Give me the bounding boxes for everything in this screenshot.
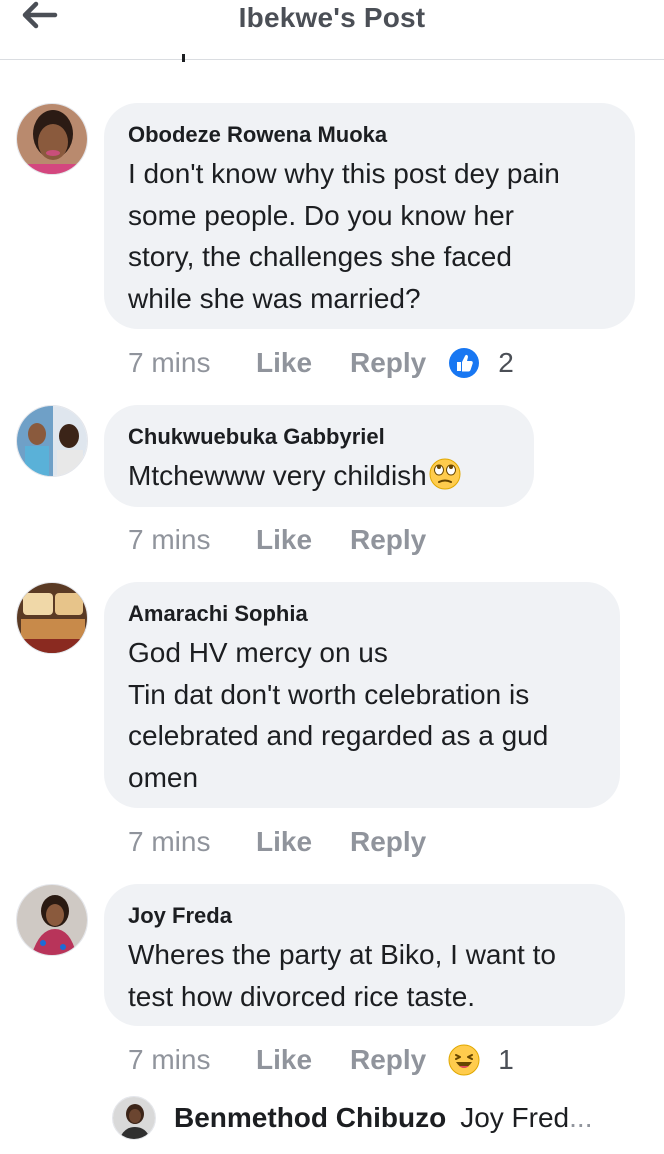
comment-bubble[interactable]: Joy Freda Wheres the party at Biko, I wa…: [104, 884, 625, 1026]
comment-line: omen: [128, 761, 199, 793]
comment-actions: 7 mins Like Reply: [128, 522, 426, 558]
top-bar: Ibekwe's Post: [0, 0, 664, 60]
comment-time: 7 mins: [128, 347, 211, 378]
like-button[interactable]: Like: [256, 826, 350, 858]
comment-line: while she was married?: [128, 282, 421, 314]
comment-line: God HV mercy on us: [128, 637, 388, 668]
comment-line: test how divorced rice taste.: [128, 980, 476, 1012]
reaction-summary[interactable]: 2: [448, 347, 514, 379]
comment-author[interactable]: Chukwuebuka Gabbyriel: [128, 423, 510, 451]
comment-bubble[interactable]: Chukwuebuka Gabbyriel Mtchewww very chil…: [104, 405, 534, 507]
reaction-count: 2: [498, 347, 514, 378]
comment-actions: 7 mins Like Reply: [128, 824, 426, 860]
like-reaction-icon: [449, 348, 480, 378]
comment-author[interactable]: Joy Freda: [128, 902, 601, 930]
comment-author[interactable]: Amarachi Sophia: [128, 600, 596, 628]
reply-button[interactable]: Reply: [350, 347, 426, 379]
reply-preview[interactable]: Benmethod Chibuzo Joy Fred...: [112, 1093, 592, 1143]
comment-actions: 7 mins Like Reply 2: [128, 345, 514, 381]
reply-button[interactable]: Reply: [350, 524, 426, 556]
comment-text: Wheres the party at Biko, I want to test…: [128, 934, 601, 1017]
avatar[interactable]: [16, 405, 88, 477]
reply-ellipsis: ...: [569, 1102, 593, 1133]
comment-line: I don't know why this post dey pain: [128, 158, 560, 189]
reply-button[interactable]: Reply: [350, 1044, 426, 1076]
eye-roll-emoji-icon: [429, 458, 461, 490]
comment-bubble[interactable]: Obodeze Rowena Muoka I don't know why th…: [104, 103, 635, 329]
avatar[interactable]: [16, 582, 88, 654]
reply-text: Joy Fred: [460, 1102, 570, 1133]
comment-line: Tin dat don't worth celebration is: [128, 678, 530, 710]
comment-time: 7 mins: [128, 524, 211, 555]
comment-line: Wheres the party at Biko, I want to: [128, 939, 556, 970]
avatar[interactable]: [16, 103, 88, 175]
comment-text: God HV mercy on us Tin dat don't worth c…: [128, 632, 596, 798]
like-button[interactable]: Like: [256, 347, 350, 379]
cropped-text-fragment: [182, 54, 185, 62]
reaction-summary[interactable]: 1: [448, 1044, 514, 1076]
avatar[interactable]: [112, 1096, 156, 1140]
comment-line: some people. Do you know her: [128, 199, 514, 231]
like-button[interactable]: Like: [256, 524, 350, 556]
comment-time: 7 mins: [128, 826, 211, 857]
avatar[interactable]: [16, 884, 88, 956]
comment-line: story, the challenges she faced: [128, 241, 512, 272]
comment-time: 7 mins: [128, 1044, 211, 1075]
comment-text: I don't know why this post dey pain some…: [128, 153, 611, 319]
comment-line: celebrated and regarded as a gud: [128, 720, 549, 751]
haha-reaction-icon: [448, 1044, 480, 1076]
comment-actions: 7 mins Like Reply 1: [128, 1042, 514, 1078]
page-title: Ibekwe's Post: [238, 2, 426, 33]
reaction-count: 1: [498, 1044, 514, 1075]
comment-bubble[interactable]: Amarachi Sophia God HV mercy on us Tin d…: [104, 582, 620, 808]
comment-line: Mtchewww very childish: [128, 460, 427, 491]
comment-text: Mtchewww very childish: [128, 455, 510, 497]
reply-author[interactable]: Benmethod Chibuzo: [174, 1102, 446, 1134]
reply-button[interactable]: Reply: [350, 826, 426, 858]
like-button[interactable]: Like: [256, 1044, 350, 1076]
comment-author[interactable]: Obodeze Rowena Muoka: [128, 121, 611, 149]
